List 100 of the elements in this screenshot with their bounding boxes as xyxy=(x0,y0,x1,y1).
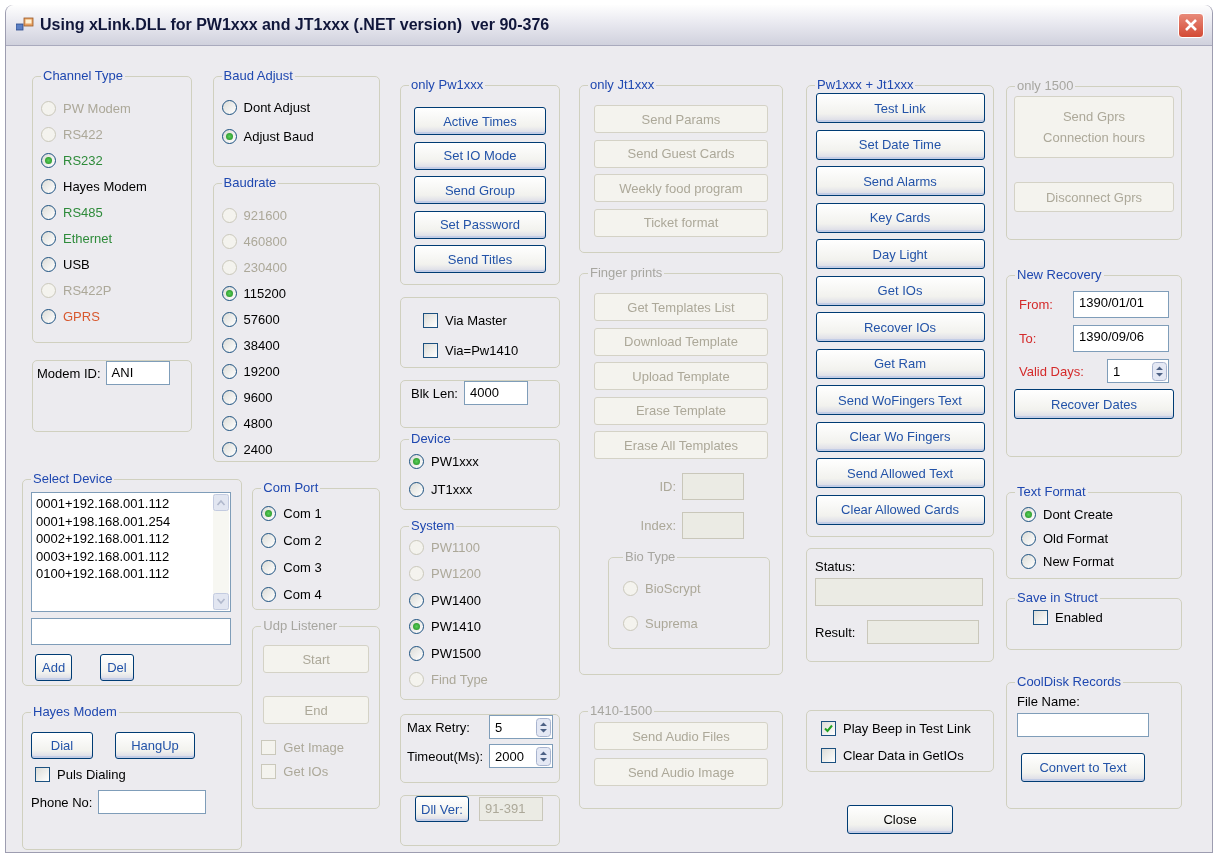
checkbox[interactable] xyxy=(423,312,438,328)
action-button[interactable]: Send Group xyxy=(414,176,546,204)
radio-button[interactable] xyxy=(261,587,277,602)
close-icon xyxy=(1184,18,1198,32)
checkbox[interactable] xyxy=(35,767,50,782)
radio-button[interactable] xyxy=(409,645,424,661)
option-label: New Format xyxy=(1043,554,1114,570)
radio-button[interactable] xyxy=(41,204,56,220)
radio-button[interactable] xyxy=(221,389,237,405)
checkbox[interactable] xyxy=(423,342,438,358)
group-title: Baud Adjust xyxy=(222,68,294,84)
list-item[interactable]: 0001+192.168.001.112 xyxy=(36,495,208,513)
action-button[interactable]: Add xyxy=(35,654,73,681)
group-title: only Pw1xxx xyxy=(410,77,485,93)
action-button[interactable]: Set IO Mode xyxy=(414,141,546,170)
field-label: Index: xyxy=(639,518,676,533)
scrollbar[interactable] xyxy=(213,494,229,610)
group-title: Finger prints xyxy=(589,265,664,281)
checkbox[interactable] xyxy=(821,748,836,763)
radio-button[interactable] xyxy=(261,533,277,548)
list-item[interactable]: 0100+192.168.001.112 xyxy=(36,565,208,583)
action-button[interactable]: Send Alarms xyxy=(815,166,985,196)
action-button[interactable]: Dial xyxy=(31,732,93,759)
checkbox[interactable] xyxy=(1033,610,1048,625)
spin-field[interactable]: 2000 xyxy=(489,744,553,768)
text-field[interactable]: ANI xyxy=(105,361,170,385)
checkbox[interactable] xyxy=(821,721,836,736)
action-button[interactable]: Set Password xyxy=(414,210,546,239)
field-label: Result: xyxy=(815,624,856,640)
radio-button[interactable] xyxy=(261,560,277,575)
checkbox-label: Clear Data in GetIOs xyxy=(843,748,964,763)
action-button[interactable]: Close xyxy=(847,805,953,834)
date-field[interactable]: 1390/09/06 xyxy=(1073,325,1169,352)
action-button[interactable]: Active Times xyxy=(414,107,546,135)
radio-button[interactable] xyxy=(409,592,424,608)
action-button[interactable]: Test Link xyxy=(815,93,985,123)
radio-button[interactable] xyxy=(221,285,237,301)
text-field[interactable] xyxy=(98,790,207,814)
option-label: Dont Adjust xyxy=(243,100,310,115)
action-button[interactable]: Del xyxy=(100,654,134,681)
option-label: 9600 xyxy=(243,389,273,405)
radio-button[interactable] xyxy=(221,100,237,115)
group-title: Baudrate xyxy=(222,175,278,191)
action-button[interactable]: Day Light xyxy=(815,239,985,269)
radio-button[interactable] xyxy=(221,129,237,144)
radio-button[interactable] xyxy=(221,441,237,457)
window-title: Using xLink.DLL for PW1xxx and JT1xxx (.NET version) ver 90-376 xyxy=(40,16,551,34)
list-item[interactable]: 0003+192.168.001.112 xyxy=(36,547,208,565)
action-button[interactable]: Get IOs xyxy=(815,275,985,306)
radio-button[interactable] xyxy=(221,311,237,327)
list-item[interactable]: 0002+192.168.001.112 xyxy=(36,530,208,548)
action-button[interactable]: Dll Ver: xyxy=(415,796,469,822)
action-button[interactable]: Recover IOs xyxy=(815,312,985,342)
checkbox-label: Get IOs xyxy=(283,763,329,779)
spin-arrows-icon[interactable] xyxy=(536,717,551,737)
spin-field[interactable]: 5 xyxy=(489,715,553,739)
radio-button[interactable] xyxy=(409,453,424,469)
action-button[interactable]: Set Date Time xyxy=(815,129,985,160)
list-item[interactable]: 0001+198.168.001.254 xyxy=(36,512,208,530)
radio-button[interactable] xyxy=(1021,507,1036,523)
radio-button[interactable] xyxy=(1021,530,1036,546)
text-field[interactable] xyxy=(31,618,231,645)
text-field[interactable] xyxy=(1017,713,1149,737)
action-button[interactable]: Recover Dates xyxy=(1014,389,1174,419)
radio-button[interactable] xyxy=(41,308,56,324)
radio-button[interactable] xyxy=(409,619,424,635)
field-label: Blk Len: xyxy=(411,385,458,401)
radio-button[interactable] xyxy=(41,230,56,246)
close-button[interactable] xyxy=(1178,12,1204,38)
option-label: Com 3 xyxy=(283,560,322,575)
action-button[interactable]: Clear Allowed Cards xyxy=(815,494,985,525)
radio-button[interactable] xyxy=(261,506,277,521)
action-button[interactable]: Clear Wo Fingers xyxy=(815,421,985,452)
field-label: Timeout(Ms): xyxy=(407,748,484,764)
radio-button[interactable] xyxy=(221,363,237,379)
action-button[interactable]: Convert to Text xyxy=(1021,753,1145,782)
radio-button[interactable] xyxy=(221,337,237,353)
checkbox-label: Via=Pw1410 xyxy=(445,342,519,358)
spin-arrows-icon[interactable] xyxy=(536,746,551,766)
date-field[interactable]: 1390/01/01 xyxy=(1073,291,1169,318)
radio-button[interactable] xyxy=(41,256,56,272)
option-label: RS422P xyxy=(63,282,112,298)
action-button[interactable]: Get Ram xyxy=(815,348,985,379)
action-button[interactable]: HangUp xyxy=(115,732,195,759)
radio-button[interactable] xyxy=(409,481,424,497)
radio-button[interactable] xyxy=(41,178,56,194)
option-label: Suprema xyxy=(645,616,698,631)
radio-button[interactable] xyxy=(41,152,56,168)
device-list[interactable]: 0001+192.168.001.112 0001+198.168.001.254 0002+192.168.001.112 0003+192.168.001.112 0100+192.168.001.112 xyxy=(31,492,231,612)
action-button[interactable]: Key Cards xyxy=(815,202,985,233)
action-button[interactable]: Send Titles xyxy=(414,245,546,273)
radio-button[interactable] xyxy=(221,415,237,431)
group-title: Save in Struct xyxy=(1016,590,1099,606)
radio-button[interactable] xyxy=(1021,554,1036,570)
spin-field[interactable]: 1 xyxy=(1107,359,1169,383)
field-label: From: xyxy=(1019,297,1053,312)
action-button[interactable]: Send WoFingers Text xyxy=(815,385,985,415)
action-button[interactable]: Send Allowed Text xyxy=(815,458,985,488)
spin-arrows-icon[interactable] xyxy=(1152,361,1167,381)
text-field[interactable]: 4000 xyxy=(464,381,528,405)
